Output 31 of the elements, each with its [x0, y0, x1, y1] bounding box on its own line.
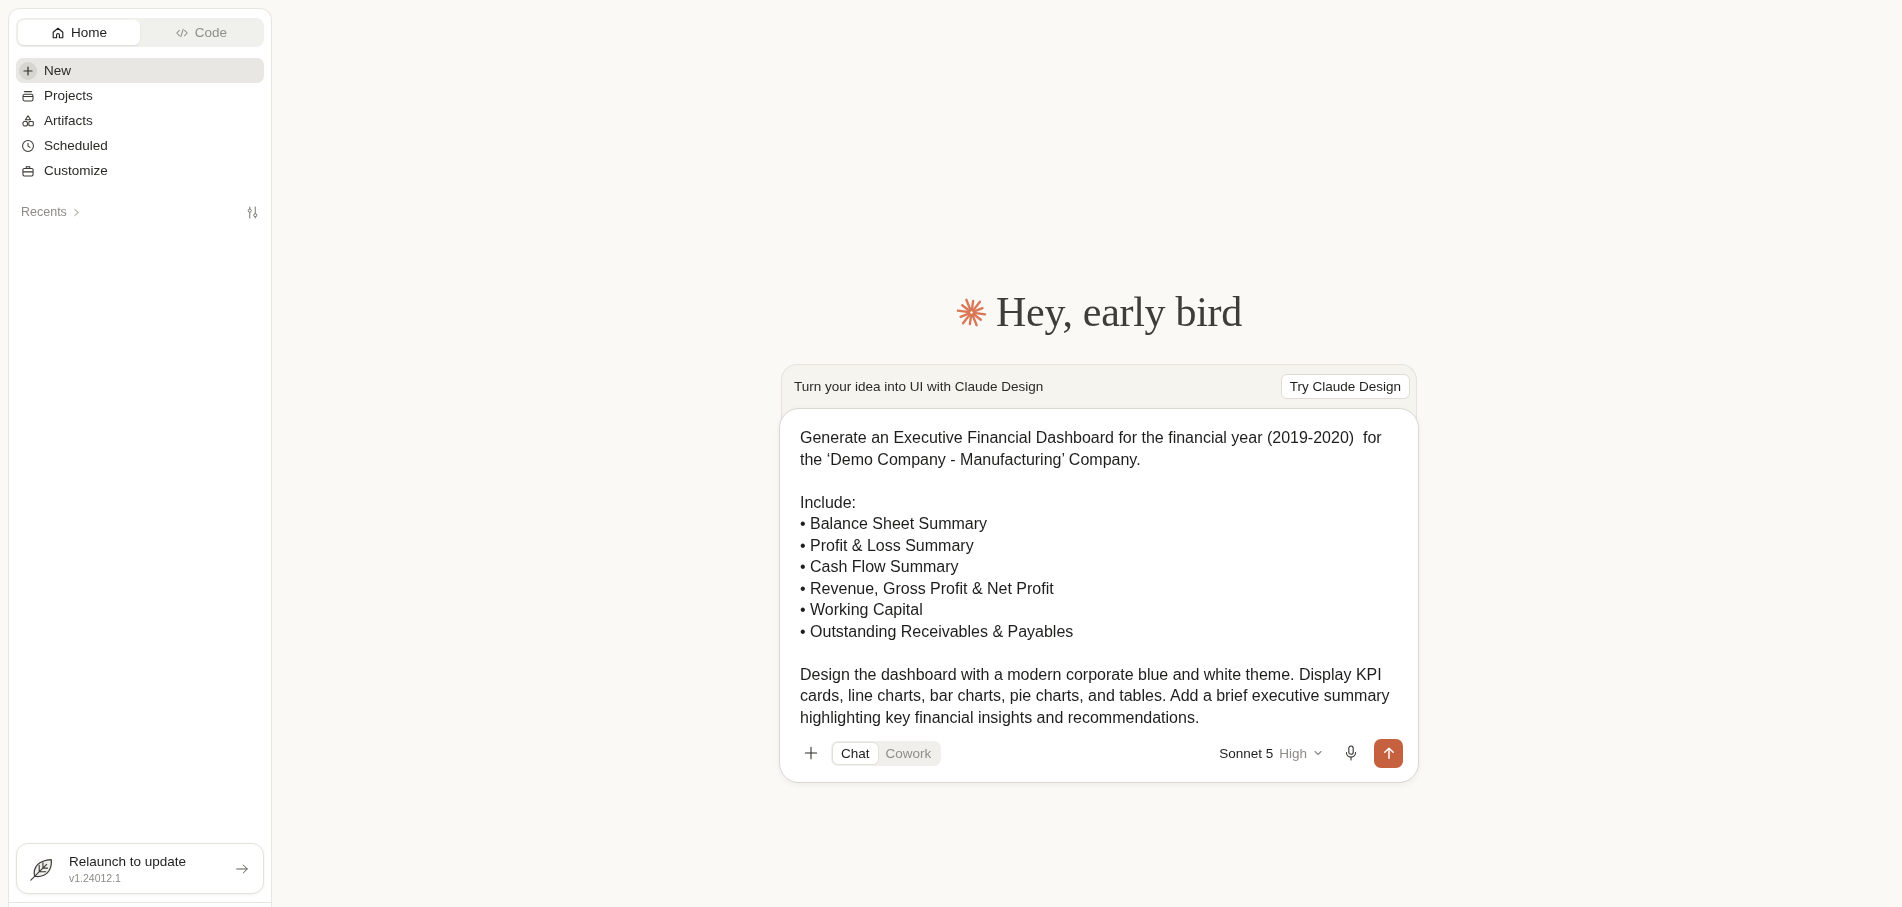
sidebar-nav-item[interactable]: Customize — [16, 158, 264, 183]
mode-tab[interactable]: Chat — [833, 742, 878, 764]
tray-icon — [21, 88, 35, 103]
plus-icon — [19, 61, 37, 80]
microphone-icon[interactable] — [1344, 745, 1358, 761]
prompt-field[interactable]: Generate an Executive Financial Dashboard for the financial year (2019-2020) for the ‘Demo Company - Manufacturing’ Company. Include: • Balance Sheet Summary • Profit & Loss Summary • Cash Flow Summary • Revenue, Gross Profit & Net Profit • Working Capital • Outstanding Receivables & Payables Design the dashboard with a modern corporate blue and white theme. Display KPI cards, line charts, bar charts, pie charts, and tables. Add a brief executive summary highlighting key financial insights and recommendations. — [800, 427, 1403, 728]
arrow-up-icon — [1381, 746, 1396, 760]
banner-text: Turn your idea into UI with Claude Design — [794, 379, 1044, 394]
send-button[interactable] — [1374, 738, 1403, 768]
sidebar-nav-item[interactable]: New — [16, 58, 264, 83]
shapes-icon — [21, 113, 35, 128]
briefcase-icon — [21, 163, 35, 178]
sidebar-tab[interactable]: Home — [18, 20, 140, 45]
sliders-icon[interactable] — [247, 205, 258, 219]
plus-icon[interactable] — [804, 746, 818, 760]
chevron-right-icon — [72, 207, 80, 217]
recents-button[interactable]: Recents — [21, 205, 80, 219]
version-text: v1.24012.1 — [69, 871, 122, 884]
sidebar-nav-item[interactable]: Artifacts — [16, 108, 264, 133]
sidebar-nav-item[interactable]: Projects — [16, 83, 264, 108]
try-design-button[interactable]: Try Claude Design — [1280, 374, 1410, 399]
starburst-icon — [956, 296, 988, 328]
home-icon — [51, 25, 65, 40]
update-card[interactable]: Relaunch to update v1.24012.1 — [16, 843, 264, 894]
arrow-right-icon — [235, 861, 249, 876]
sidebar-nav-item[interactable]: Scheduled — [16, 133, 264, 158]
model-selector[interactable]: Sonnet 5 High — [1219, 740, 1323, 766]
update-title: Relaunch to update — [69, 853, 188, 869]
clock-icon — [21, 138, 35, 153]
greeting-heading: Hey, early bird — [996, 288, 1242, 336]
chevron-down-icon — [1313, 748, 1323, 758]
